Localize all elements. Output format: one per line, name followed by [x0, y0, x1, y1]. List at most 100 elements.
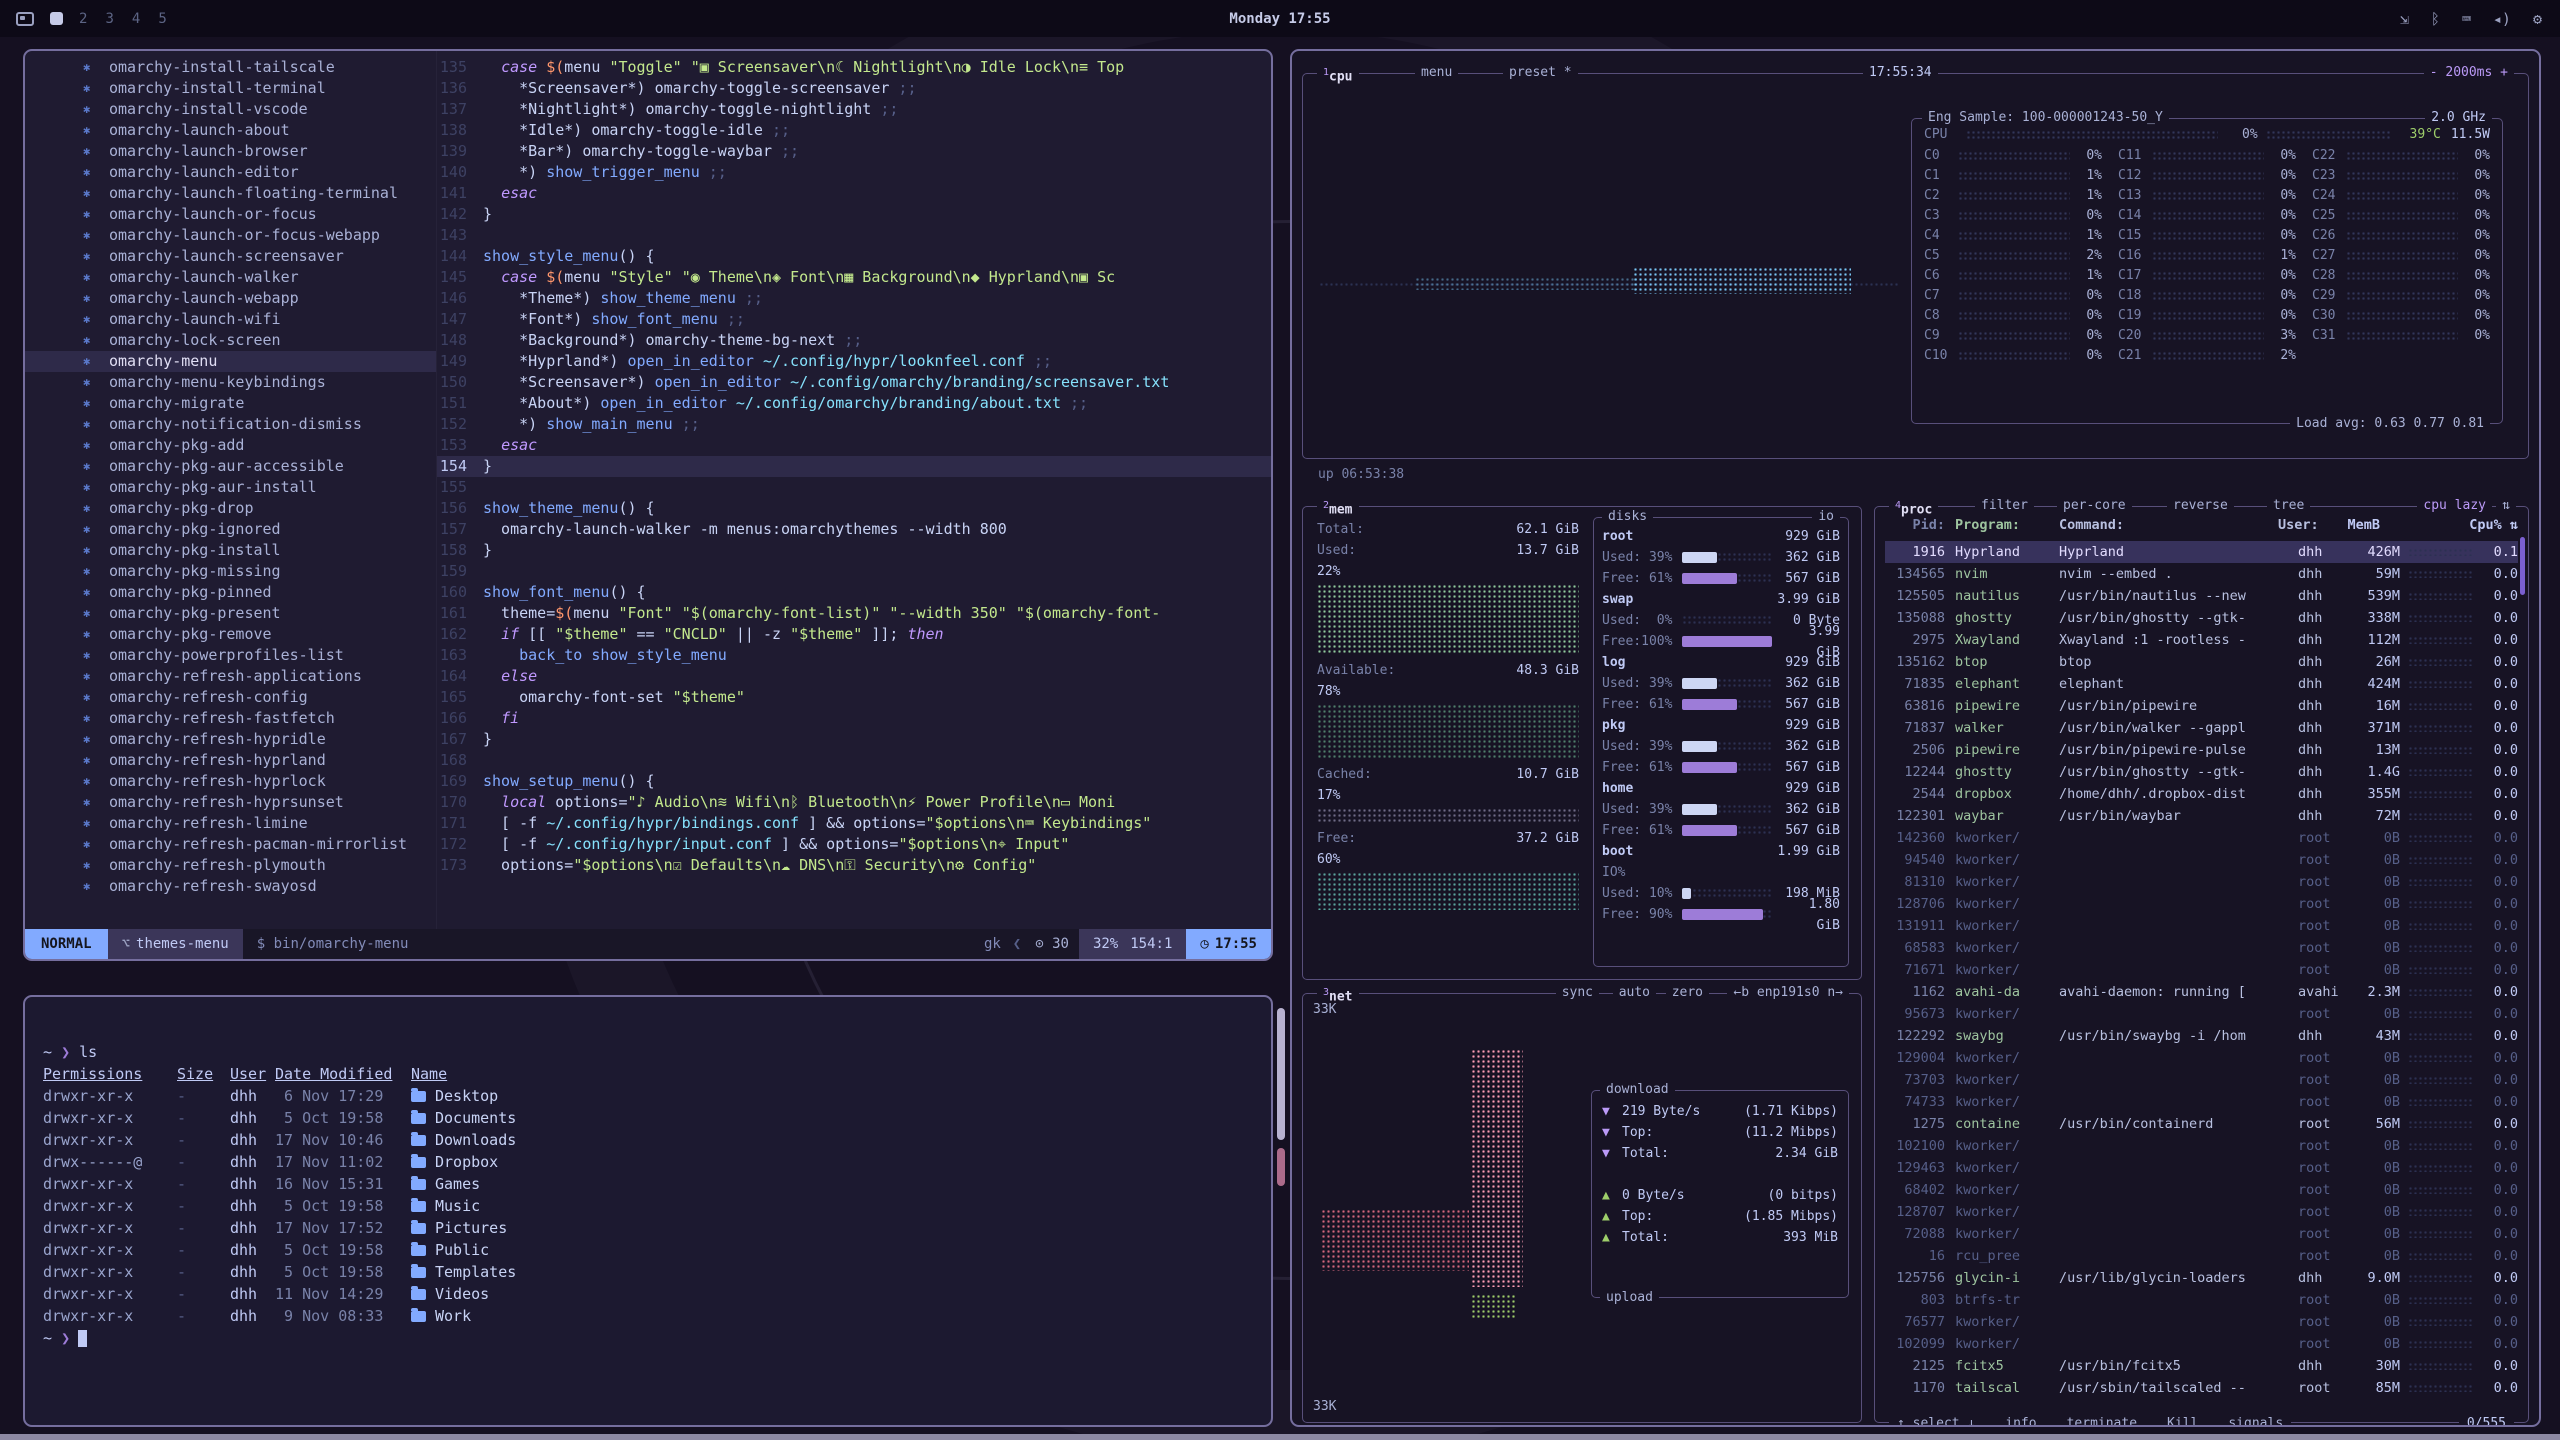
- update-interval-control[interactable]: - 2000ms +: [2424, 65, 2514, 81]
- process-row[interactable]: 122301 waybar /usr/bin/waybar dhh 72M 0.…: [1885, 805, 2518, 827]
- code-line[interactable]: 151 *About*) open_in_editor ~/.config/om…: [437, 393, 1271, 414]
- file-item[interactable]: ✱ omarchy-launch-about: [25, 120, 436, 141]
- file-item[interactable]: ✱ omarchy-menu: [25, 351, 436, 372]
- code-line[interactable]: 139 *Bar*) omarchy-toggle-waybar ;;: [437, 141, 1271, 162]
- workspace-button[interactable]: 4: [132, 11, 140, 27]
- prompt-line-2[interactable]: ~ ❯: [43, 1327, 1271, 1349]
- code-line[interactable]: 154 }: [437, 456, 1271, 477]
- process-row[interactable]: 128707 kworker/ root 0B 0.0: [1885, 1201, 2518, 1223]
- file-item[interactable]: ✱ omarchy-menu-keybindings: [25, 372, 436, 393]
- code-line[interactable]: 143: [437, 225, 1271, 246]
- code-line[interactable]: 157 omarchy-launch-walker -m menus:omarc…: [437, 519, 1271, 540]
- screencast-icon[interactable]: ⇲: [2400, 10, 2409, 28]
- file-item[interactable]: ✱ omarchy-launch-webapp: [25, 288, 436, 309]
- file-item[interactable]: ✱ omarchy-refresh-hyprland: [25, 750, 436, 771]
- code-line[interactable]: 158 }: [437, 540, 1271, 561]
- net-sync-button[interactable]: sync: [1556, 985, 1599, 1001]
- file-item[interactable]: ✱ omarchy-pkg-aur-install: [25, 477, 436, 498]
- file-item[interactable]: ✱ omarchy-install-terminal: [25, 78, 436, 99]
- code-line[interactable]: 165 omarchy-font-set "$theme": [437, 687, 1271, 708]
- file-item[interactable]: ✱ omarchy-pkg-missing: [25, 561, 436, 582]
- workspace-active-indicator[interactable]: [50, 12, 63, 25]
- code-line[interactable]: 149 *Hyprland*) open_in_editor ~/.config…: [437, 351, 1271, 372]
- file-item[interactable]: ✱ omarchy-launch-or-focus: [25, 204, 436, 225]
- process-row[interactable]: 74733 kworker/ root 0B 0.0: [1885, 1091, 2518, 1113]
- net-zero-button[interactable]: zero: [1666, 985, 1709, 1001]
- net-interface-selector[interactable]: ←b enp191s0 n→: [1727, 985, 1849, 1001]
- code-line[interactable]: 141 esac: [437, 183, 1271, 204]
- btop-window[interactable]: 1cpu menu preset * 17:55:34 - 2000ms + E…: [1290, 49, 2541, 1427]
- process-row[interactable]: 122292 swaybg /usr/bin/swaybg -i /hom dh…: [1885, 1025, 2518, 1047]
- process-row[interactable]: 71837 walker /usr/bin/walker --gappl dhh…: [1885, 717, 2518, 739]
- file-item[interactable]: ✱ omarchy-refresh-config: [25, 687, 436, 708]
- process-row[interactable]: 95673 kworker/ root 0B 0.0: [1885, 1003, 2518, 1025]
- workspace-button[interactable]: 5: [158, 11, 166, 27]
- tree-button[interactable]: tree: [2267, 498, 2310, 514]
- code-line[interactable]: 168: [437, 750, 1271, 771]
- process-row[interactable]: 2125 fcitx5 /usr/bin/fcitx5 dhh 30M 0.0: [1885, 1355, 2518, 1377]
- btop-menu-button[interactable]: menu: [1415, 65, 1458, 81]
- file-item[interactable]: ✱ omarchy-install-tailscale: [25, 57, 436, 78]
- process-row[interactable]: 803 btrfs-tr root 0B 0.0: [1885, 1289, 2518, 1311]
- file-item[interactable]: ✱ omarchy-launch-wifi: [25, 309, 436, 330]
- code-line[interactable]: 138 *Idle*) omarchy-toggle-idle ;;: [437, 120, 1271, 141]
- code-line[interactable]: 159: [437, 561, 1271, 582]
- sort-arrows-icon[interactable]: ⇅: [2496, 498, 2516, 514]
- file-item[interactable]: ✱ omarchy-pkg-ignored: [25, 519, 436, 540]
- process-row[interactable]: 68402 kworker/ root 0B 0.0: [1885, 1179, 2518, 1201]
- file-item[interactable]: ✱ omarchy-pkg-add: [25, 435, 436, 456]
- process-row[interactable]: 129463 kworker/ root 0B 0.0: [1885, 1157, 2518, 1179]
- footer-action[interactable]: terminate: [2067, 1416, 2137, 1427]
- process-row[interactable]: 81310 kworker/ root 0B 0.0: [1885, 871, 2518, 893]
- process-row[interactable]: 102100 kworker/ root 0B 0.0: [1885, 1135, 2518, 1157]
- per-core-button[interactable]: per-core: [2057, 498, 2132, 514]
- process-row[interactable]: 1162 avahi-da avahi-daemon: running [ av…: [1885, 981, 2518, 1003]
- file-item[interactable]: ✱ omarchy-launch-screensaver: [25, 246, 436, 267]
- file-item[interactable]: ✱ omarchy-refresh-pacman-mirrorlist: [25, 834, 436, 855]
- code-line[interactable]: 162 if [[ "$theme" == "CNCLD" || -z "$th…: [437, 624, 1271, 645]
- workspace-button[interactable]: 2: [79, 11, 87, 27]
- code-line[interactable]: 142 }: [437, 204, 1271, 225]
- file-item[interactable]: ✱ omarchy-launch-browser: [25, 141, 436, 162]
- btop-preset-button[interactable]: preset *: [1503, 65, 1578, 81]
- process-row[interactable]: 131911 kworker/ root 0B 0.0: [1885, 915, 2518, 937]
- file-item[interactable]: ✱ omarchy-refresh-hyprlock: [25, 771, 436, 792]
- process-row[interactable]: 2975 Xwayland Xwayland :1 -rootless - dh…: [1885, 629, 2518, 651]
- process-row[interactable]: 63816 pipewire /usr/bin/pipewire dhh 16M…: [1885, 695, 2518, 717]
- code-line[interactable]: 148 *Background*) omarchy-theme-bg-next …: [437, 330, 1271, 351]
- file-item[interactable]: ✱ omarchy-refresh-fastfetch: [25, 708, 436, 729]
- code-line[interactable]: 166 fi: [437, 708, 1271, 729]
- file-item[interactable]: ✱ omarchy-pkg-install: [25, 540, 436, 561]
- process-row[interactable]: 1275 containe /usr/bin/containerd root 5…: [1885, 1113, 2518, 1135]
- code-line[interactable]: 170 local options="♪ Audio\n≋ Wifi\nᛒ Bl…: [437, 792, 1271, 813]
- code-line[interactable]: 153 esac: [437, 435, 1271, 456]
- process-row[interactable]: 142360 kworker/ root 0B 0.0: [1885, 827, 2518, 849]
- workspace-button[interactable]: 3: [105, 11, 113, 27]
- process-row[interactable]: 128706 kworker/ root 0B 0.0: [1885, 893, 2518, 915]
- process-row[interactable]: 73703 kworker/ root 0B 0.0: [1885, 1069, 2518, 1091]
- file-item[interactable]: ✱ omarchy-pkg-present: [25, 603, 436, 624]
- code-line[interactable]: 155: [437, 477, 1271, 498]
- code-editor[interactable]: 135 case $(menu "Toggle" "▣ Screensaver\…: [437, 51, 1271, 929]
- code-line[interactable]: 136 *Screensaver*) omarchy-toggle-screen…: [437, 78, 1271, 99]
- process-row[interactable]: 134565 nvim nvim --embed . dhh 59M 0.0: [1885, 563, 2518, 585]
- terminal-window[interactable]: ~ ❯ ls PermissionsSizeUserDate ModifiedN…: [23, 995, 1273, 1427]
- file-item[interactable]: ✱ omarchy-launch-floating-terminal: [25, 183, 436, 204]
- process-row[interactable]: 68583 kworker/ root 0B 0.0: [1885, 937, 2518, 959]
- file-item[interactable]: ✱ omarchy-refresh-hypridle: [25, 729, 436, 750]
- keyboard-icon[interactable]: ⌨: [2462, 10, 2471, 28]
- process-row[interactable]: 135162 btop btop dhh 26M 0.0: [1885, 651, 2518, 673]
- file-item[interactable]: ✱ omarchy-launch-editor: [25, 162, 436, 183]
- process-row[interactable]: 1170 tailscal /usr/sbin/tailscaled -- ro…: [1885, 1377, 2518, 1399]
- net-auto-button[interactable]: auto: [1613, 985, 1656, 1001]
- code-line[interactable]: 140 *) show_trigger_menu ;;: [437, 162, 1271, 183]
- sort-mode[interactable]: cpu lazy: [2417, 498, 2492, 514]
- file-item[interactable]: ✱ omarchy-install-vscode: [25, 99, 436, 120]
- file-item[interactable]: ✱ omarchy-pkg-remove: [25, 624, 436, 645]
- file-item[interactable]: ✱ omarchy-refresh-applications: [25, 666, 436, 687]
- code-line[interactable]: 169 show_setup_menu() {: [437, 771, 1271, 792]
- footer-action[interactable]: ↑ select ↓: [1897, 1416, 1975, 1427]
- process-row[interactable]: 94540 kworker/ root 0B 0.0: [1885, 849, 2518, 871]
- code-line[interactable]: 163 back_to show_style_menu: [437, 645, 1271, 666]
- file-item[interactable]: ✱ omarchy-refresh-hyprsunset: [25, 792, 436, 813]
